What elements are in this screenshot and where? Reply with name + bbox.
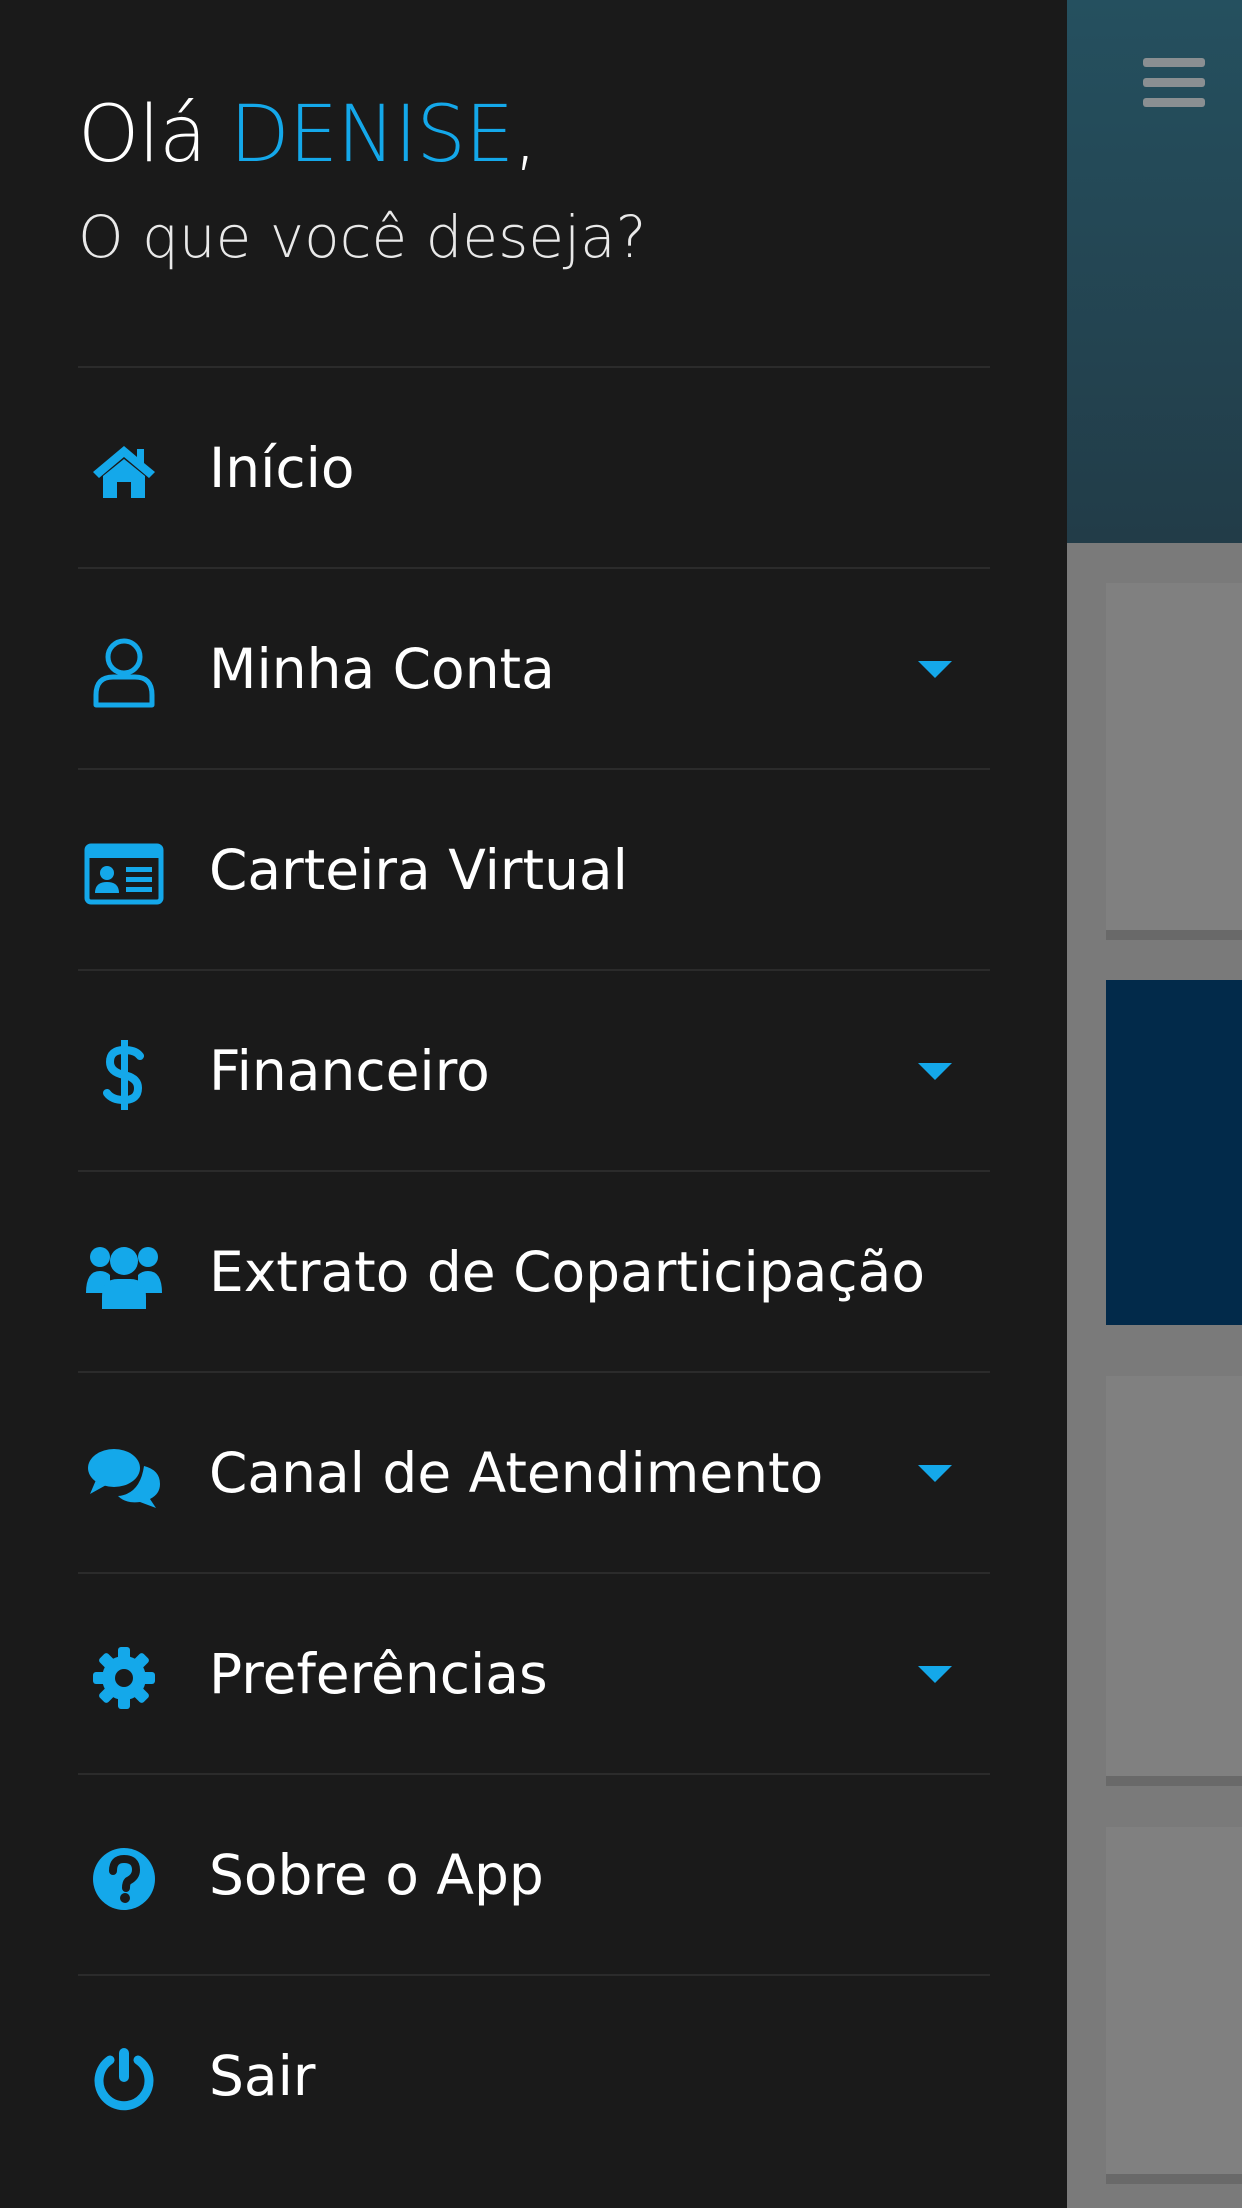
- greeting: Olá DENISE,: [78, 90, 538, 180]
- menu-item-minha-conta[interactable]: Minha Conta: [78, 567, 990, 768]
- chevron-down-icon[interactable]: [918, 661, 952, 678]
- menu-item-label: Financeiro: [209, 1039, 490, 1103]
- background-card: [1106, 583, 1242, 930]
- dollar-icon: [84, 1035, 164, 1115]
- menu-item-carteira-virtual[interactable]: Carteira Virtual: [78, 768, 990, 969]
- greeting-prefix: Olá: [78, 90, 230, 180]
- menu-item-label: Sobre o App: [209, 1843, 544, 1907]
- menu-item-sobre-app[interactable]: Sobre o App: [78, 1773, 990, 1974]
- background-card-shadow: [1106, 930, 1242, 940]
- menu-item-financeiro[interactable]: Financeiro: [78, 969, 990, 1170]
- gear-icon: [84, 1638, 164, 1718]
- menu-item-canal-atendimento[interactable]: Canal de Atendimento: [78, 1371, 990, 1572]
- menu-item-sair[interactable]: Sair: [78, 1974, 990, 2175]
- user-name: DENISE: [229, 90, 514, 180]
- drawer-menu: Início Minha Conta Carteira Virtual Fina…: [78, 366, 990, 2175]
- hamburger-icon[interactable]: [1143, 58, 1205, 108]
- chevron-down-icon[interactable]: [918, 1666, 952, 1683]
- menu-item-label: Extrato de Coparticipação: [209, 1240, 925, 1304]
- menu-item-preferencias[interactable]: Preferências: [78, 1572, 990, 1773]
- background-header: [1067, 0, 1242, 543]
- app-root: Olá DENISE, O que você deseja? Início Mi…: [0, 0, 1242, 2208]
- question-icon: [84, 1839, 164, 1919]
- power-icon: [84, 2040, 164, 2120]
- menu-item-label: Canal de Atendimento: [209, 1441, 824, 1505]
- id-card-icon: [84, 834, 164, 914]
- background-page[interactable]: [1067, 0, 1242, 2208]
- users-icon: [84, 1236, 164, 1316]
- menu-item-label: Sair: [209, 2044, 316, 2108]
- user-icon: [84, 633, 164, 713]
- navigation-drawer: Olá DENISE, O que você deseja? Início Mi…: [0, 0, 1067, 2208]
- greeting-suffix: ,: [513, 90, 538, 180]
- menu-item-label: Minha Conta: [209, 637, 555, 701]
- greeting-subtitle: O que você deseja?: [78, 203, 647, 271]
- chevron-down-icon[interactable]: [918, 1465, 952, 1482]
- menu-item-inicio[interactable]: Início: [78, 366, 990, 567]
- menu-item-label: Carteira Virtual: [209, 838, 628, 902]
- background-card-shadow: [1106, 1776, 1242, 1786]
- home-icon: [84, 432, 164, 512]
- menu-item-extrato-coparticipacao[interactable]: Extrato de Coparticipação: [78, 1170, 990, 1371]
- background-banner: [1106, 980, 1242, 1325]
- menu-item-label: Início: [209, 436, 355, 500]
- chat-icon: [84, 1437, 164, 1517]
- menu-item-label: Preferências: [209, 1642, 548, 1706]
- background-card-shadow: [1106, 2174, 1242, 2184]
- chevron-down-icon[interactable]: [918, 1063, 952, 1080]
- background-card: [1106, 1827, 1242, 2174]
- background-card: [1106, 1376, 1242, 1776]
